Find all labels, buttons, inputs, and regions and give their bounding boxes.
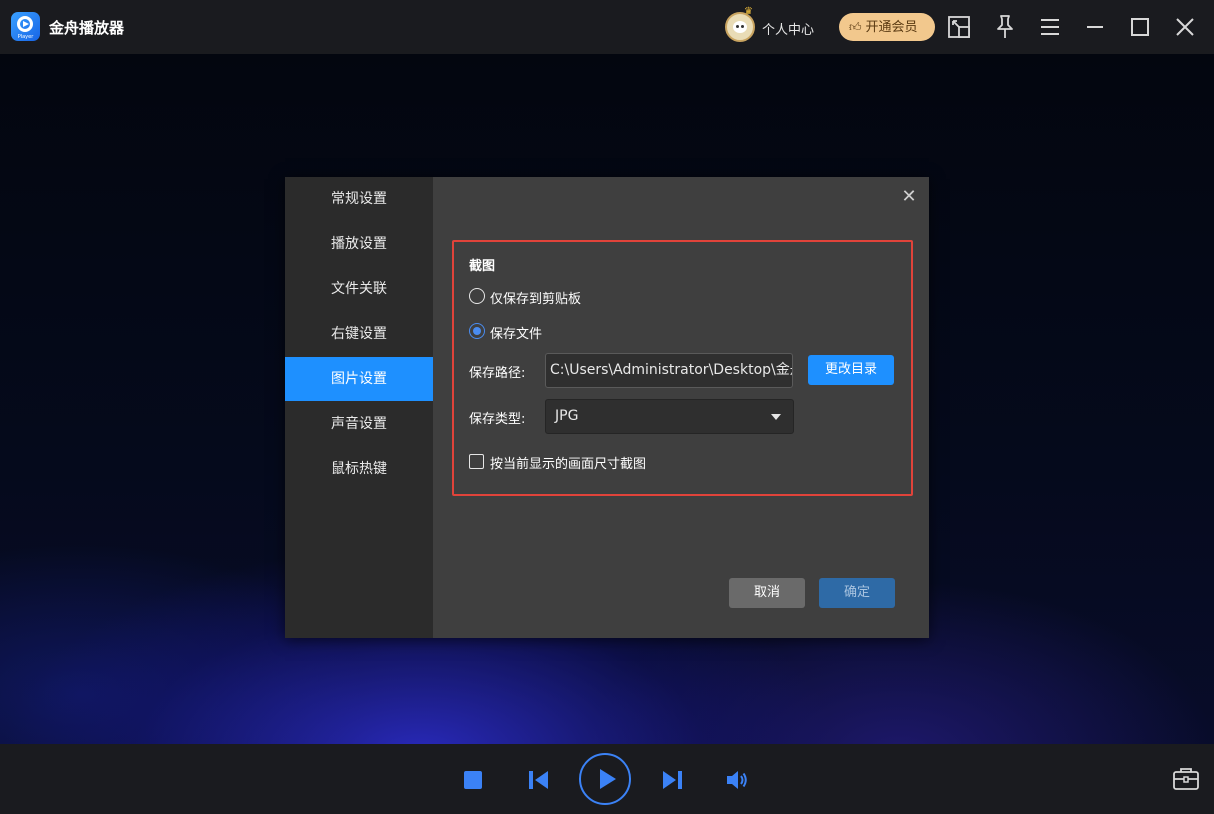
app-logo-sub: Player xyxy=(17,34,34,40)
pin-icon[interactable] xyxy=(990,12,1020,42)
change-directory-button[interactable]: 更改目录 xyxy=(808,355,894,385)
maximize-icon[interactable] xyxy=(1125,12,1155,42)
clipboard-option-label[interactable]: 仅保存到剪贴板 xyxy=(490,288,581,307)
dropdown-arrow-icon xyxy=(771,414,781,420)
pip-icon[interactable] xyxy=(945,12,975,42)
settings-dialog: 常规设置 播放设置 文件关联 右键设置 图片设置 声音设置 鼠标热键 ✕ 截图 … xyxy=(285,177,929,638)
close-icon[interactable] xyxy=(1170,12,1200,42)
vip-button[interactable]: 👍︎ 开通会员 xyxy=(839,13,935,41)
section-title: 截图 xyxy=(469,259,496,274)
playback-controls xyxy=(0,744,1214,814)
vip-button-label: 开通会员 xyxy=(865,20,918,35)
title-bar: Player 金舟播放器 ♛ 个人中心 👍︎ 开通会员 xyxy=(0,0,1214,54)
app-title: 金舟播放器 xyxy=(49,19,125,37)
stop-icon[interactable] xyxy=(464,771,482,789)
toolbox-icon[interactable] xyxy=(1171,765,1201,793)
save-file-radio[interactable] xyxy=(469,323,485,339)
app-logo: Player xyxy=(11,12,40,41)
thumbs-up-icon: 👍︎ xyxy=(849,20,862,34)
screenshot-settings-panel: 截图 仅保存到剪贴板 保存文件 保存路径: C:\Users\Administr… xyxy=(452,240,913,496)
ok-button[interactable]: 确定 xyxy=(819,578,895,608)
type-label: 保存类型: xyxy=(469,412,526,427)
dialog-close-icon[interactable]: ✕ xyxy=(899,187,919,207)
sidebar-item-file-association[interactable]: 文件关联 xyxy=(285,267,433,311)
sidebar-item-general[interactable]: 常规设置 xyxy=(285,177,433,221)
save-type-value: JPG xyxy=(555,408,579,424)
settings-sidebar: 常规设置 播放设置 文件关联 右键设置 图片设置 声音设置 鼠标热键 xyxy=(285,177,433,638)
crown-icon: ♛ xyxy=(744,6,753,17)
menu-icon[interactable] xyxy=(1035,12,1065,42)
play-icon[interactable] xyxy=(579,753,631,805)
sidebar-item-context-menu[interactable]: 右键设置 xyxy=(285,312,433,356)
save-type-select[interactable]: JPG xyxy=(545,399,794,434)
save-file-option-label[interactable]: 保存文件 xyxy=(490,323,542,342)
sidebar-item-image[interactable]: 图片设置 xyxy=(285,357,433,401)
previous-icon[interactable] xyxy=(527,768,551,792)
sidebar-item-audio[interactable]: 声音设置 xyxy=(285,402,433,446)
volume-icon[interactable] xyxy=(724,767,750,793)
next-icon[interactable] xyxy=(660,768,684,792)
save-path-field[interactable]: C:\Users\Administrator\Desktop\金舟 xyxy=(545,353,793,388)
user-center-link[interactable]: 个人中心 xyxy=(762,19,814,38)
size-checkbox-label[interactable]: 按当前显示的画面尺寸截图 xyxy=(490,453,646,472)
path-label: 保存路径: xyxy=(469,366,526,381)
sidebar-item-hotkeys[interactable]: 鼠标热键 xyxy=(285,447,433,491)
avatar[interactable]: ♛ xyxy=(725,6,755,42)
sidebar-item-playback[interactable]: 播放设置 xyxy=(285,222,433,266)
cancel-button[interactable]: 取消 xyxy=(729,578,805,608)
clipboard-radio[interactable] xyxy=(469,288,485,304)
minimize-icon[interactable] xyxy=(1080,12,1110,42)
size-checkbox[interactable] xyxy=(469,454,484,469)
